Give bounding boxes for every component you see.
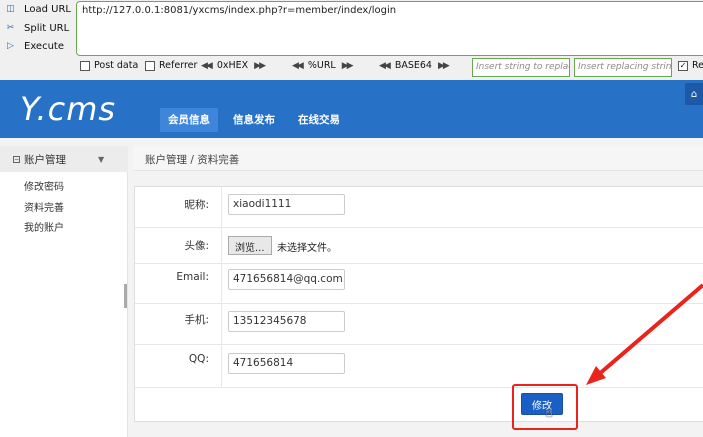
arrow-shaft	[596, 283, 703, 377]
annotation-arrow	[586, 283, 703, 385]
